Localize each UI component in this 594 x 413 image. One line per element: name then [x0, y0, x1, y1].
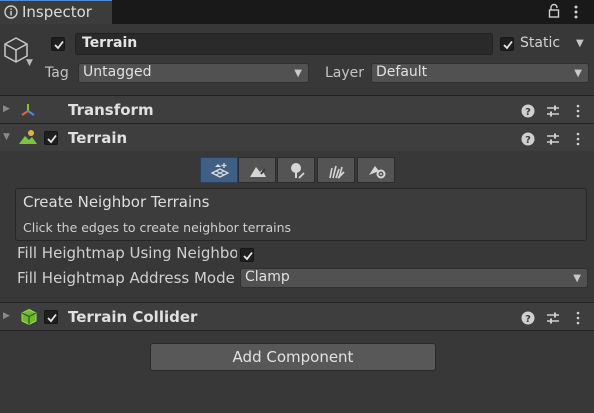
presets-icon[interactable] — [546, 132, 560, 146]
paint-trees-icon — [291, 163, 305, 179]
fold-arrow-icon[interactable]: ▶ — [3, 311, 10, 321]
terrain-enabled-checkbox[interactable] — [44, 131, 58, 145]
help-icon[interactable]: ? — [521, 132, 535, 146]
separator — [0, 330, 594, 331]
address-mode-label: Fill Heightmap Address Mode — [17, 269, 235, 287]
checkmark-icon — [243, 251, 253, 261]
checkmark-icon — [47, 134, 57, 144]
box-title: Create Neighbor Terrains — [23, 193, 210, 211]
checkmark-icon — [503, 40, 513, 50]
layer-label: Layer — [325, 65, 365, 81]
kebab-menu-icon[interactable] — [572, 3, 580, 21]
tag-label: Tag — [45, 65, 69, 81]
tag-value: Untagged — [83, 64, 152, 80]
terrain-icon — [19, 130, 37, 144]
icon-dropdown-caret[interactable]: ▼ — [26, 58, 33, 68]
terrain-settings-tool[interactable] — [357, 157, 395, 183]
info-icon — [4, 5, 18, 19]
layer-value: Default — [376, 64, 428, 80]
object-name-field[interactable]: Terrain — [75, 33, 493, 55]
create-neighbor-terrains-icon — [210, 163, 230, 178]
paint-details-icon — [329, 165, 345, 179]
fill-heightmap-checkbox[interactable] — [240, 248, 254, 262]
static-label: Static — [520, 35, 561, 51]
address-mode-value: Clamp — [245, 269, 290, 285]
lock-icon[interactable] — [548, 3, 560, 19]
presets-icon[interactable] — [546, 311, 560, 325]
chevron-down-icon: ▼ — [294, 68, 302, 79]
terrain-collider-enabled-checkbox[interactable] — [44, 310, 58, 324]
create-neighbor-terrains-tool[interactable] — [200, 157, 238, 183]
component-menu-icon[interactable] — [575, 132, 581, 146]
chevron-down-icon: ▼ — [573, 273, 581, 284]
create-neighbor-terrains-box: Create Neighbor Terrains Click the edges… — [15, 188, 587, 241]
help-icon[interactable]: ? — [521, 311, 535, 325]
collider-cube-icon — [21, 308, 37, 326]
terrain-settings-icon — [369, 166, 386, 179]
checkmark-icon — [47, 313, 57, 323]
address-mode-dropdown[interactable]: Clamp ▼ — [240, 268, 588, 288]
checkmark-icon — [54, 40, 64, 50]
terrain-collider-title: Terrain Collider — [68, 308, 198, 326]
paint-details-tool[interactable] — [317, 157, 355, 183]
svg-text:?: ? — [525, 135, 531, 146]
transform-title: Transform — [68, 101, 154, 119]
active-checkbox[interactable] — [51, 37, 65, 51]
transform-axes-icon — [21, 104, 35, 116]
paint-terrain-tool[interactable] — [238, 157, 276, 183]
tag-dropdown[interactable]: Untagged ▼ — [78, 63, 309, 83]
help-icon[interactable]: ? — [521, 104, 535, 118]
paint-terrain-icon — [250, 167, 266, 177]
paint-trees-tool[interactable] — [277, 157, 315, 183]
add-component-button[interactable]: Add Component — [150, 343, 436, 371]
component-menu-icon[interactable] — [575, 311, 581, 325]
inspector-tab[interactable]: Inspector — [0, 0, 112, 24]
terrain-title: Terrain — [68, 129, 128, 147]
fill-heightmap-label: Fill Heightmap Using Neighbo — [17, 244, 237, 262]
static-checkbox[interactable] — [500, 37, 514, 51]
fold-arrow-icon[interactable]: ▶ — [3, 104, 10, 114]
fold-arrow-expanded-icon[interactable]: ▼ — [3, 132, 10, 142]
object-name-text: Terrain — [82, 35, 138, 51]
layer-dropdown[interactable]: Default ▼ — [371, 63, 589, 83]
component-menu-icon[interactable] — [575, 104, 581, 118]
svg-text:?: ? — [525, 314, 531, 325]
tab-label: Inspector — [22, 3, 92, 21]
svg-text:?: ? — [525, 107, 531, 118]
chevron-down-icon: ▼ — [574, 68, 582, 79]
presets-icon[interactable] — [546, 104, 560, 118]
static-dropdown-caret[interactable]: ▼ — [576, 38, 584, 49]
box-description: Click the edges to create neighbor terra… — [23, 220, 292, 235]
